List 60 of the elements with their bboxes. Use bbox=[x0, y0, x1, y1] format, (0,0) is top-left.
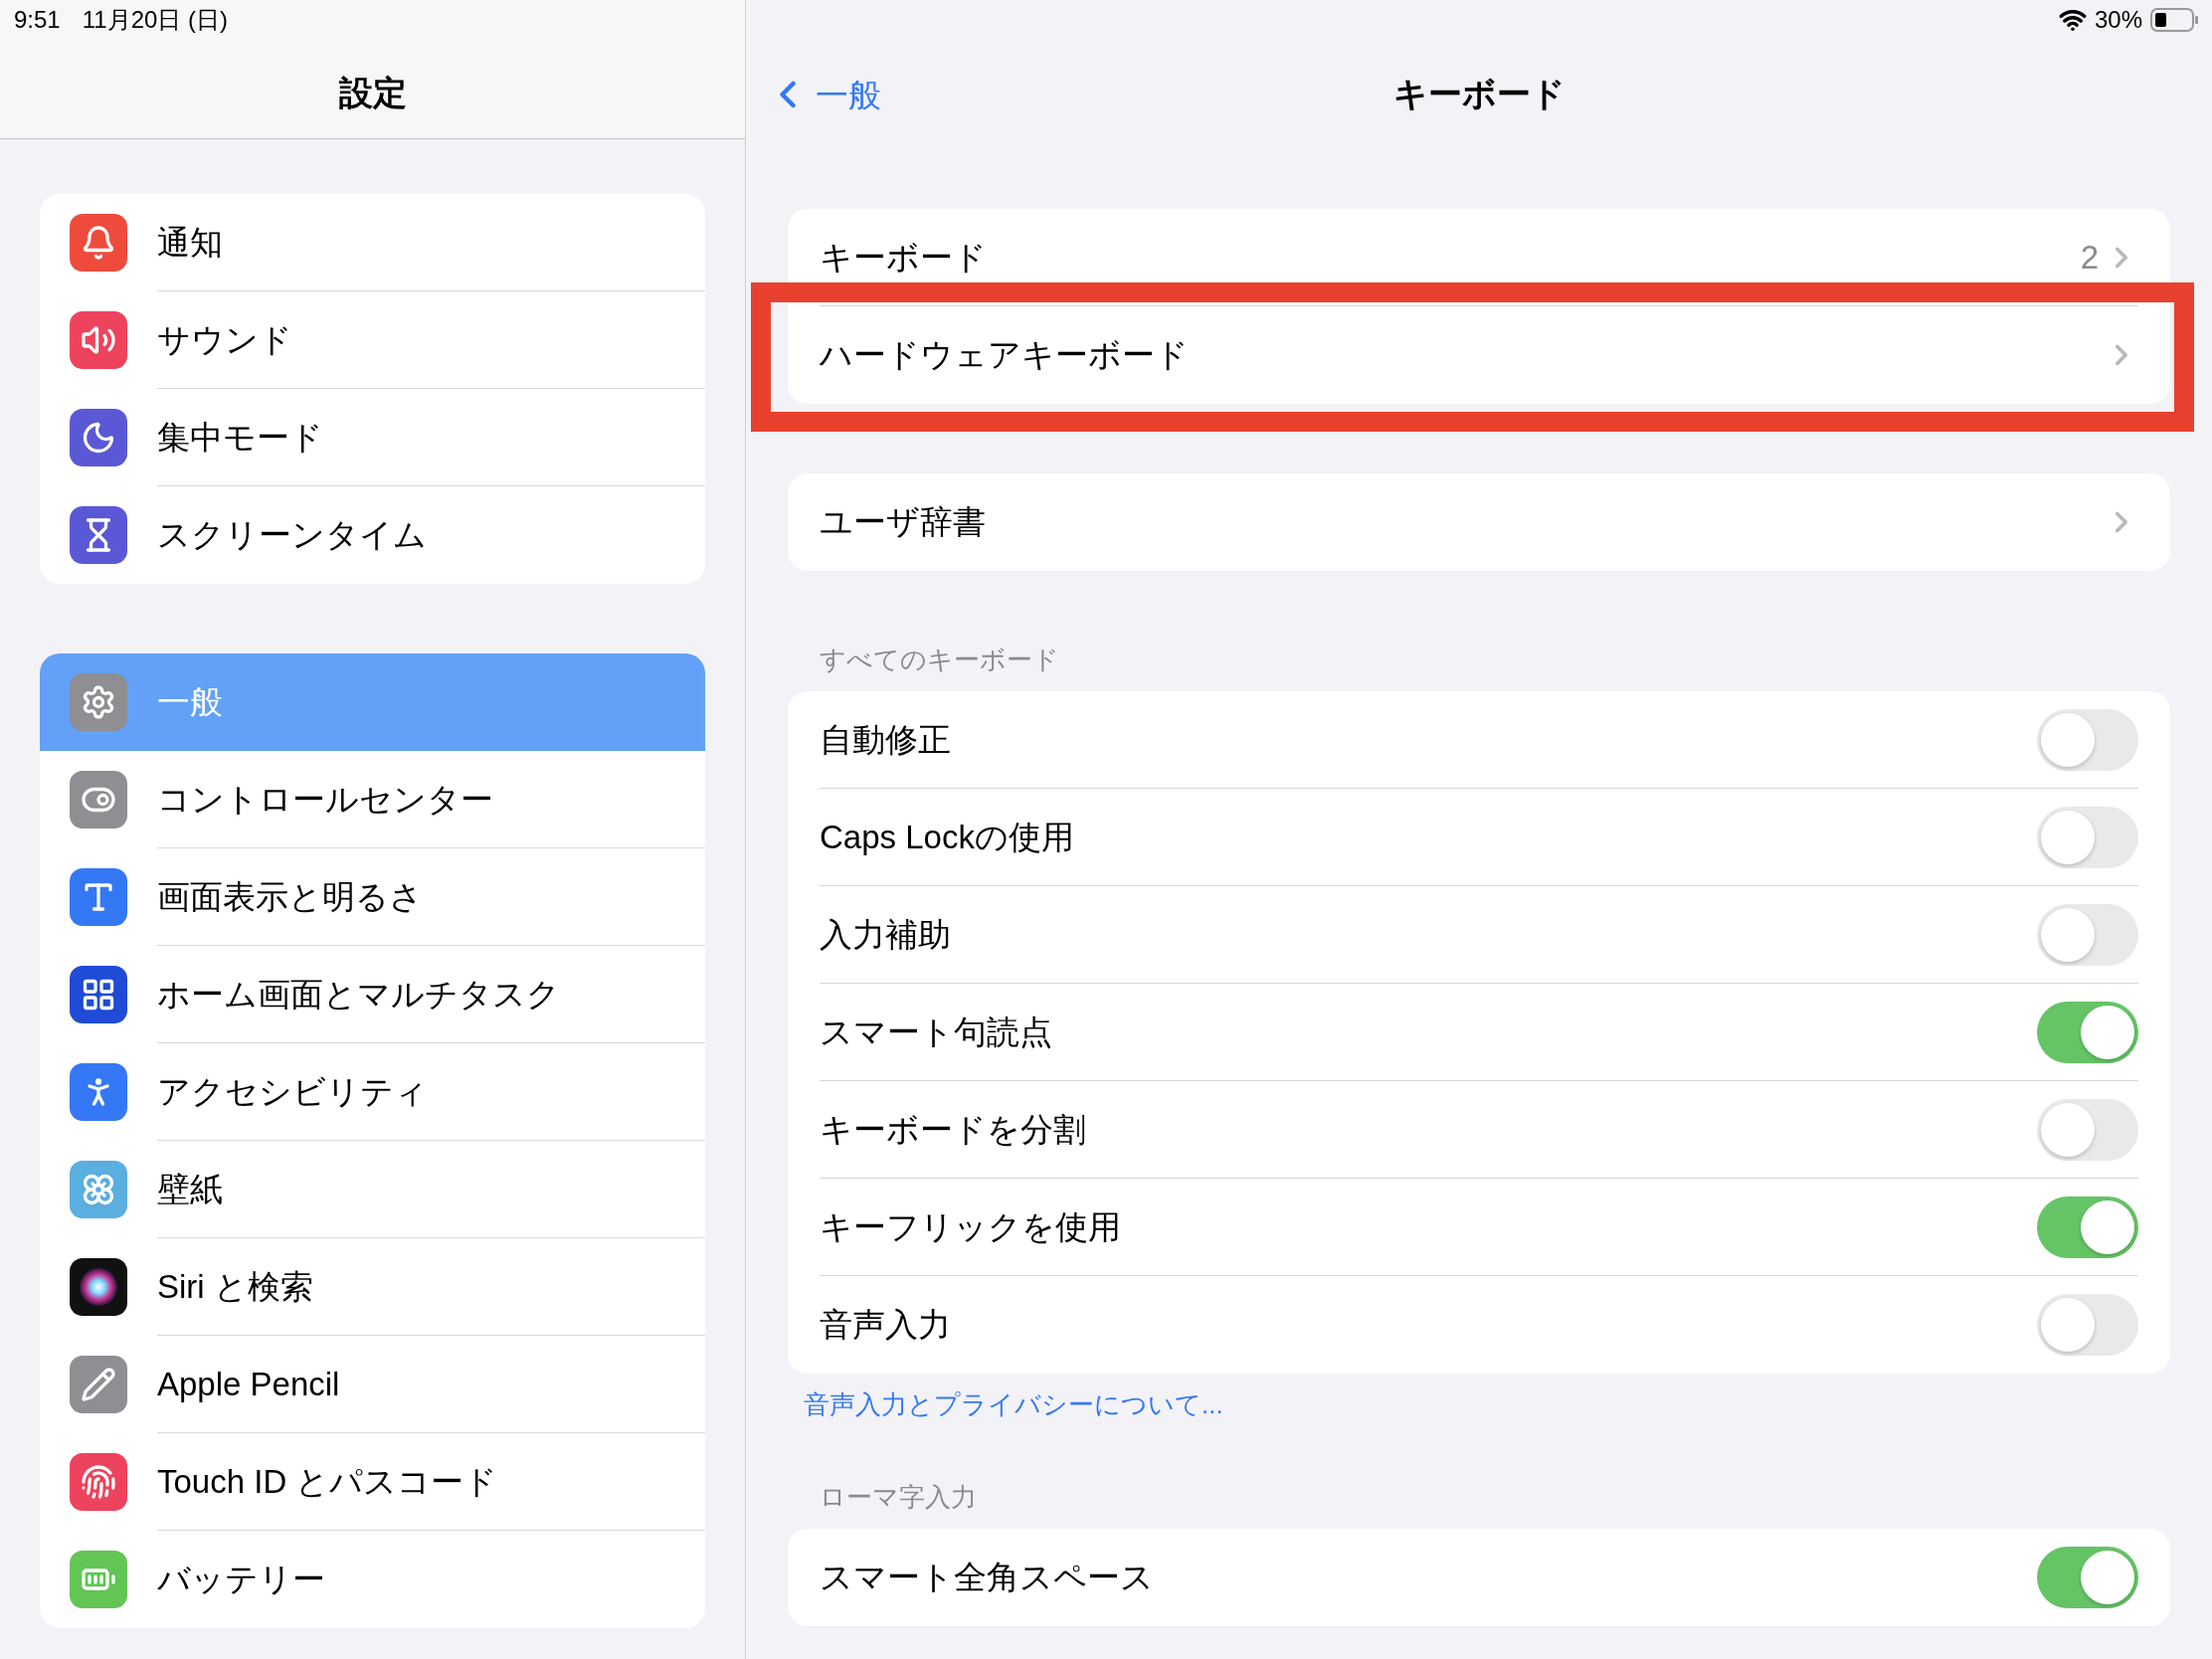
settings-row[interactable]: キーボード 2 bbox=[788, 209, 2170, 306]
settings-row[interactable]: 音声入力 bbox=[788, 1276, 2170, 1374]
settings-icon bbox=[70, 673, 127, 731]
grid-icon bbox=[70, 966, 127, 1023]
sidebar-item[interactable]: Siri と検索 bbox=[40, 1238, 705, 1336]
siri-icon bbox=[70, 1258, 127, 1316]
row-label: キーボード bbox=[820, 237, 987, 277]
bell-icon bbox=[70, 214, 127, 272]
pencil-icon bbox=[70, 1356, 127, 1413]
battery-icon bbox=[2150, 8, 2198, 32]
sidebar-item[interactable]: 画面表示と明るさ bbox=[40, 848, 705, 946]
sidebar-item[interactable]: アクセシビリティ bbox=[40, 1043, 705, 1141]
flower-icon bbox=[70, 1161, 127, 1218]
row-label: Caps Lockの使用 bbox=[820, 817, 1074, 857]
sidebar-item[interactable]: コントロールセンター bbox=[40, 751, 705, 848]
settings-row[interactable]: 入力補助 bbox=[788, 886, 2170, 984]
row-label: 音声入力 bbox=[820, 1305, 951, 1346]
settings-row[interactable]: ハードウェアキーボード bbox=[788, 306, 2170, 404]
hourglass-icon bbox=[70, 506, 127, 564]
sidebar-item[interactable]: 通知 bbox=[40, 194, 705, 291]
page-title: キーボード bbox=[1392, 74, 1566, 114]
sidebar-item[interactable]: Touch ID とパスコード bbox=[40, 1433, 705, 1531]
back-button[interactable]: 一般 bbox=[766, 70, 881, 119]
section-header: ローマ字入力 bbox=[819, 1481, 978, 1514]
settings-row[interactable]: 自動修正 bbox=[788, 691, 2170, 789]
section-header: すべてのキーボード bbox=[819, 644, 1060, 676]
row-label: キーボードを分割 bbox=[820, 1109, 1086, 1150]
row-label: 入力補助 bbox=[820, 914, 951, 955]
sidebar-item[interactable]: 壁紙 bbox=[40, 1141, 705, 1238]
status-date: 11月20日 (日) bbox=[82, 5, 228, 35]
sidebar-item[interactable]: 集中モード bbox=[40, 389, 705, 486]
sidebar-item[interactable]: スクリーンタイム bbox=[40, 486, 705, 584]
row-label: キーフリックを使用 bbox=[820, 1206, 1121, 1247]
speaker-icon bbox=[70, 311, 127, 369]
row-label: スマート全角スペース bbox=[820, 1558, 1154, 1598]
text-size-icon bbox=[70, 868, 127, 926]
settings-row[interactable]: Caps Lockの使用 bbox=[788, 789, 2170, 886]
sidebar-title: 設定 bbox=[338, 73, 407, 113]
fingerprint-icon bbox=[70, 1453, 127, 1511]
settings-row[interactable]: キーボードを分割 bbox=[788, 1081, 2170, 1179]
row-label: 自動修正 bbox=[820, 719, 951, 760]
settings-row[interactable]: スマート全角スペース bbox=[788, 1529, 2170, 1626]
battery-percent: 30% bbox=[2094, 5, 2142, 35]
status-time: 9:51 bbox=[14, 5, 61, 35]
settings-row[interactable]: キーフリックを使用 bbox=[788, 1179, 2170, 1276]
sidebar-item[interactable]: ホーム画面とマルチタスク bbox=[40, 946, 705, 1043]
battery-icon bbox=[70, 1551, 127, 1608]
switches-icon bbox=[70, 771, 127, 829]
privacy-link[interactable]: 音声入力とプライバシーについて... bbox=[788, 1385, 2170, 1424]
settings-row[interactable]: スマート句読点 bbox=[788, 984, 2170, 1081]
row-label: ユーザ辞書 bbox=[820, 502, 986, 543]
settings-row[interactable]: ユーザ辞書 bbox=[788, 473, 2170, 571]
sidebar-item[interactable]: Apple Pencil bbox=[40, 1336, 705, 1433]
accessibility-icon bbox=[70, 1063, 127, 1121]
row-label: ハードウェアキーボード bbox=[820, 335, 1189, 376]
moon-icon bbox=[70, 409, 127, 466]
row-label: スマート句読点 bbox=[820, 1012, 1052, 1052]
row-value: 2 bbox=[2080, 237, 2099, 277]
sidebar-item[interactable]: サウンド bbox=[40, 291, 705, 389]
sidebar-item[interactable]: バッテリー bbox=[40, 1531, 705, 1628]
